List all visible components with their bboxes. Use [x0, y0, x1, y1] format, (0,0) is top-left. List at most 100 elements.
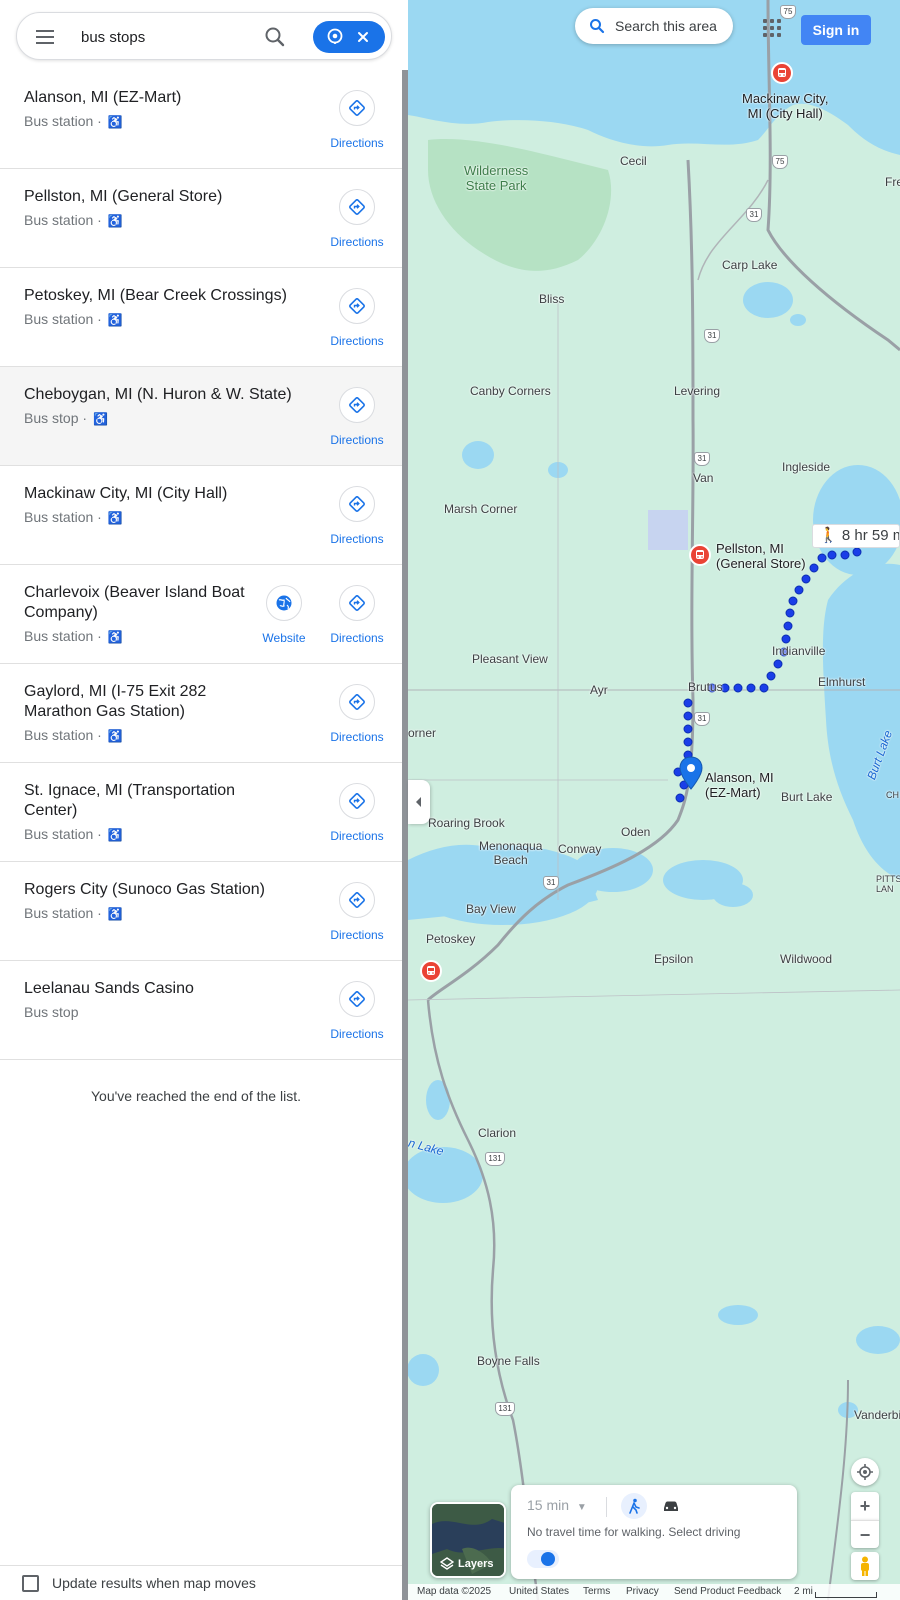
map-label-petoskey[interactable]: Petoskey — [426, 932, 475, 946]
result-title[interactable]: Gaylord, MI (I-75 Exit 282 Marathon Gas … — [24, 682, 254, 722]
map-label-roaring[interactable]: Roaring Brook — [428, 816, 505, 830]
result-item[interactable]: St. Ignace, MI (Transportation Center) Bu… — [0, 763, 402, 862]
map-label-orner[interactable]: orner — [408, 726, 436, 740]
result-item[interactable]: Charlevoix (Beaver Island Boat Company) B… — [0, 565, 402, 664]
map-label-ingleside[interactable]: Ingleside — [782, 460, 830, 474]
map-label-oden[interactable]: Oden — [621, 825, 650, 839]
directions-icon — [339, 882, 375, 918]
separator-dot: · — [78, 410, 91, 426]
search-icon[interactable] — [261, 23, 289, 51]
selected-location-pin[interactable] — [678, 756, 704, 790]
map-label-cecil[interactable]: Cecil — [620, 154, 647, 168]
result-title[interactable]: Rogers City (Sunoco Gas Station) — [24, 880, 314, 900]
feedback-link[interactable]: Send Product Feedback — [674, 1586, 781, 1597]
map-label-burt-lake[interactable]: Burt Lake — [781, 790, 832, 804]
map-label-pellston[interactable]: Pellston, MI (General Store) — [716, 541, 806, 571]
map-label-bayview[interactable]: Bay View — [466, 902, 516, 916]
map-label-elmhurst[interactable]: Elmhurst — [818, 675, 865, 689]
directions-button[interactable]: Directions — [325, 981, 389, 1049]
drive-mode-button[interactable] — [659, 1494, 683, 1518]
directions-button[interactable]: Directions — [325, 189, 389, 257]
directions-button[interactable]: Directions — [325, 783, 389, 851]
route-time-badge[interactable]: 🚶 8 hr 59 min — [812, 524, 900, 548]
result-item[interactable]: Petoskey, MI (Bear Creek Crossings) Bus s… — [0, 268, 402, 367]
search-this-area-button[interactable]: Search this area — [575, 8, 733, 44]
map-label-brutus[interactable]: Brutus — [688, 680, 723, 694]
zoom-in-button[interactable]: + — [851, 1492, 879, 1520]
map-canvas[interactable]: Mackinaw City, MI (City Hall) Wilderness… — [408, 0, 900, 1600]
map-label-epsilon[interactable]: Epsilon — [654, 952, 693, 966]
sign-in-button[interactable]: Sign in — [801, 15, 871, 45]
result-title[interactable]: St. Ignace, MI (Transportation Center) — [24, 781, 254, 821]
map-label-boyne-falls[interactable]: Boyne Falls — [477, 1354, 540, 1368]
terms-link[interactable]: Terms — [583, 1586, 610, 1597]
result-title[interactable]: Mackinaw City, MI (City Hall) — [24, 484, 314, 504]
directions-button[interactable]: Directions — [325, 684, 389, 752]
travel-time-select[interactable]: 15 min ▼ — [527, 1497, 587, 1513]
directions-button[interactable]: Directions — [325, 387, 389, 455]
directions-button[interactable]: Directions — [325, 882, 389, 950]
map-label-levering[interactable]: Levering — [674, 384, 720, 398]
privacy-link[interactable]: Privacy — [626, 1586, 659, 1597]
map-label-pleasant[interactable]: Pleasant View — [472, 652, 548, 666]
map-label-menonaqua[interactable]: Menonaqua Beach — [479, 839, 542, 867]
map-label-wildwood[interactable]: Wildwood — [780, 952, 832, 966]
map-label-van[interactable]: Van — [693, 471, 713, 485]
result-item[interactable]: Cheboygan, MI (N. Huron & W. State) Bus s… — [0, 367, 402, 466]
update-results-checkbox[interactable] — [22, 1575, 39, 1592]
my-location-button[interactable] — [851, 1458, 879, 1486]
result-title[interactable]: Pellston, MI (General Store) — [24, 187, 314, 207]
map-label-ch[interactable]: CH — [886, 788, 899, 802]
map-label-mackinaw[interactable]: Mackinaw City, MI (City Hall) — [742, 91, 828, 121]
result-item[interactable]: Rogers City (Sunoco Gas Station) Bus stat… — [0, 862, 402, 961]
result-title[interactable]: Alanson, MI (EZ-Mart) — [24, 88, 314, 108]
directions-button[interactable]: Directions — [325, 90, 389, 158]
map-label-wilderness[interactable]: Wilderness State Park — [464, 163, 528, 193]
collapse-panel-button[interactable] — [408, 780, 430, 824]
result-item[interactable]: Pellston, MI (General Store) Bus station … — [0, 169, 402, 268]
bus-stop-pin-pellston[interactable] — [689, 544, 711, 566]
result-item[interactable]: Mackinaw City, MI (City Hall) Bus station… — [0, 466, 402, 565]
map-label-ayr[interactable]: Ayr — [590, 683, 608, 697]
map-label-conway[interactable]: Conway — [558, 842, 601, 856]
bus-stop-pin-petoskey[interactable] — [420, 960, 442, 982]
result-title[interactable]: Charlevoix (Beaver Island Boat Company) — [24, 583, 254, 623]
search-input[interactable] — [81, 23, 241, 51]
map-label-carp-lake[interactable]: Carp Lake — [722, 258, 777, 272]
result-type: Bus station — [24, 727, 94, 743]
separator-dot: · — [93, 212, 106, 228]
us-31-shield: 31 — [694, 712, 710, 726]
map-label-marsh[interactable]: Marsh Corner — [444, 502, 517, 516]
bus-stop-pin-mackinaw[interactable] — [771, 62, 793, 84]
map-label-fre[interactable]: Fre — [885, 175, 900, 189]
map-label-vanderbi[interactable]: Vanderbi — [854, 1408, 900, 1422]
result-title[interactable]: Petoskey, MI (Bear Creek Crossings) — [24, 286, 314, 306]
menu-icon[interactable] — [33, 25, 57, 49]
result-item[interactable]: Alanson, MI (EZ-Mart) Bus station · ♿ Dire… — [0, 70, 402, 169]
map-label-canby[interactable]: Canby Corners — [470, 384, 551, 398]
location-filter-chip[interactable] — [313, 21, 385, 53]
travel-time-slider[interactable] — [527, 1547, 781, 1571]
apps-grid-icon[interactable] — [762, 18, 782, 38]
map-label-pitts[interactable]: PITTS LAN — [876, 874, 900, 894]
layers-button[interactable]: Layers — [430, 1502, 506, 1578]
directions-button[interactable]: Directions — [325, 585, 389, 653]
slider-knob[interactable] — [541, 1552, 555, 1566]
result-item[interactable]: Leelanau Sands Casino Bus stop Directions — [0, 961, 402, 1060]
country-link[interactable]: United States — [509, 1586, 569, 1597]
directions-button[interactable]: Directions — [325, 288, 389, 356]
zoom-out-button[interactable]: − — [851, 1520, 879, 1548]
close-icon[interactable] — [353, 27, 373, 47]
walk-mode-button[interactable] — [621, 1493, 647, 1519]
result-title[interactable]: Leelanau Sands Casino — [24, 979, 314, 999]
map-label-alanson[interactable]: Alanson, MI (EZ-Mart) — [705, 770, 774, 800]
map-label-indianville[interactable]: Indianville — [772, 644, 825, 658]
map-label-bliss[interactable]: Bliss — [539, 292, 564, 306]
map-label-clarion[interactable]: Clarion — [478, 1126, 516, 1140]
search-box[interactable] — [16, 12, 392, 60]
result-item[interactable]: Gaylord, MI (I-75 Exit 282 Marathon Gas … — [0, 664, 402, 763]
website-button[interactable]: Website — [252, 585, 316, 653]
result-title[interactable]: Cheboygan, MI (N. Huron & W. State) — [24, 385, 314, 405]
street-view-pegman[interactable] — [851, 1552, 879, 1580]
directions-button[interactable]: Directions — [325, 486, 389, 554]
